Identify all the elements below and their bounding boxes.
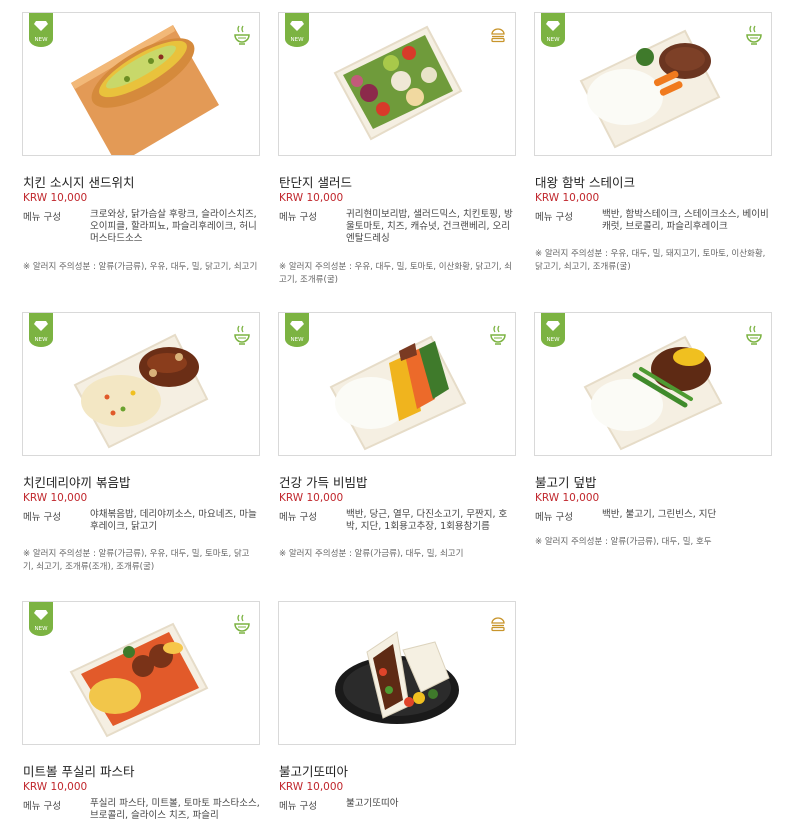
bowl-icon xyxy=(234,25,250,45)
menu-card[interactable]: NEW 치킨데리야끼 볶음밥 KRW 10,000 메뉴 구성 야채볶음밥, 데… xyxy=(22,312,260,572)
product-name[interactable]: 불고기 덮밥 xyxy=(535,472,596,491)
composition-text: 백반, 당근, 열무, 다진소고기, 무짠지, 호박, 지단, 1회용고추장, … xyxy=(346,509,508,532)
allergy-note: ※ 알러지 주의성분 : 알류(가금류), 우유, 대두, 밀, 토마토, 닭고… xyxy=(23,549,250,572)
bulgogi-bowl-photo xyxy=(583,335,723,451)
allergy-note: ※ 알러지 주의성분 : 우유, 대두, 밀, 돼지고기, 토마토, 이산화황,… xyxy=(535,249,766,272)
product-image[interactable]: NEW xyxy=(278,12,516,156)
product-image[interactable]: NEW xyxy=(22,601,260,745)
product-price: KRW 10,000 xyxy=(279,192,344,204)
product-name[interactable]: 대왕 함박 스테이크 xyxy=(535,172,635,191)
tortilla-photo xyxy=(335,631,459,724)
product-image[interactable]: NEW xyxy=(534,312,772,456)
menu-card[interactable]: NEW 불고기 덮밥 KRW 10,000 메뉴 구성 백반, 불고기, 그린빈… xyxy=(534,312,772,547)
product-image[interactable]: NEW xyxy=(22,312,260,456)
new-badge: NEW xyxy=(285,13,309,47)
allergy-note: ※ 알러지 주의성분 : 우유, 대두, 밀, 토마토, 이산화황, 닭고기, … xyxy=(279,262,513,285)
composition-text: 백반, 함박스테이크, 스테이크소스, 베이비캐럿, 브로콜리, 파슬리후레이크 xyxy=(602,209,769,232)
svg-text:NEW: NEW xyxy=(546,37,560,43)
svg-text:NEW: NEW xyxy=(34,626,48,632)
menu-card[interactable]: 불고기또띠아 KRW 10,000 메뉴 구성 불고기또띠아 xyxy=(278,601,516,812)
allergy-note: ※ 알러지 주의성분 : 알류(가금류), 대두, 밀, 호두 xyxy=(535,537,712,547)
product-name[interactable]: 탄단지 샐러드 xyxy=(279,172,352,191)
bowl-icon xyxy=(746,25,762,45)
product-price: KRW 10,000 xyxy=(279,781,344,793)
product-name[interactable]: 치킨 소시지 샌드위치 xyxy=(23,172,134,191)
composition-label: 메뉴 구성 xyxy=(279,212,317,223)
composition-text: 백반, 불고기, 그린빈스, 지단 xyxy=(602,509,717,520)
salad-photo xyxy=(333,25,463,141)
product-name[interactable]: 치킨데리야끼 볶음밥 xyxy=(23,472,130,491)
composition-label: 메뉴 구성 xyxy=(23,801,61,812)
composition-label: 메뉴 구성 xyxy=(279,512,317,523)
menu-card[interactable]: NEW 치킨 소시지 샌드위치 KRW 10,000 메뉴 구성 크로와상, 닭… xyxy=(22,12,260,272)
bowl-icon xyxy=(234,614,250,634)
fried-rice-photo xyxy=(73,333,209,449)
product-name[interactable]: 불고기또띠아 xyxy=(279,761,348,780)
new-badge: NEW xyxy=(541,13,565,47)
composition-text: 야채볶음밥, 데리야끼소스, 마요네즈, 마늘후레이크, 닭고기 xyxy=(90,509,257,532)
svg-text:NEW: NEW xyxy=(290,37,304,43)
menu-card[interactable]: NEW 탄단지 샐러드 KRW 10,000 메뉴 구성 귀리현미보리밥, 샐러… xyxy=(278,12,516,285)
product-name[interactable]: 건강 가득 비빔밥 xyxy=(279,472,367,491)
new-badge: NEW xyxy=(29,313,53,347)
new-badge: NEW xyxy=(29,13,53,47)
menu-card[interactable]: NEW 건강 가득 비빔밥 KRW 10,000 메뉴 구성 백반, 당근, 열… xyxy=(278,312,516,559)
menu-card[interactable]: NEW 미트볼 푸실리 파스타 KRW 10,000 메뉴 구성 푸실리 파스타… xyxy=(22,601,260,821)
product-image[interactable] xyxy=(278,601,516,745)
product-price: KRW 10,000 xyxy=(535,492,600,504)
bibimbap-photo xyxy=(329,335,467,451)
steak-photo xyxy=(579,29,721,149)
composition-label: 메뉴 구성 xyxy=(23,512,61,523)
burger-icon xyxy=(491,617,505,632)
composition-text: 귀리현미보리밥, 샐러드믹스, 치킨토핑, 방울토마토, 치즈, 캐슈넛, 건크… xyxy=(346,209,513,244)
svg-text:NEW: NEW xyxy=(34,37,48,43)
burger-icon xyxy=(491,28,505,43)
sandwich-photo xyxy=(71,25,219,155)
new-badge: NEW xyxy=(541,313,565,347)
product-image[interactable]: NEW xyxy=(278,312,516,456)
product-price: KRW 10,000 xyxy=(279,492,344,504)
product-image[interactable]: NEW xyxy=(534,12,772,156)
bowl-icon xyxy=(746,325,762,345)
svg-text:NEW: NEW xyxy=(290,337,304,343)
allergy-note: ※ 알러지 주의성분 : 알류(가금류), 대두, 밀, 쇠고기 xyxy=(279,549,464,559)
product-price: KRW 10,000 xyxy=(535,192,600,204)
svg-text:NEW: NEW xyxy=(546,337,560,343)
product-image[interactable]: NEW xyxy=(22,12,260,156)
product-price: KRW 10,000 xyxy=(23,192,88,204)
allergy-note: ※ 알러지 주의성분 : 알류(가금류), 우유, 대두, 밀, 닭고기, 쇠고… xyxy=(23,262,258,272)
composition-text: 푸실리 파스타, 미트볼, 토마토 파스타소스, 브로콜리, 슬라이스 치즈, … xyxy=(90,798,260,821)
product-price: KRW 10,000 xyxy=(23,492,88,504)
pasta-photo xyxy=(69,622,209,738)
product-name[interactable]: 미트볼 푸실리 파스타 xyxy=(23,761,134,780)
menu-card[interactable]: NEW 대왕 함박 스테이크 KRW 10,000 메뉴 구성 백반, 함박스테… xyxy=(534,12,772,272)
composition-text: 크로와상, 닭가슴살 후랑크, 슬라이스치즈, 오이피클, 할라피뇨, 파슬리후… xyxy=(90,209,257,244)
composition-label: 메뉴 구성 xyxy=(535,512,573,523)
composition-label: 메뉴 구성 xyxy=(535,212,573,223)
bowl-icon xyxy=(234,325,250,345)
bowl-icon xyxy=(490,325,506,345)
new-badge: NEW xyxy=(29,602,53,636)
composition-label: 메뉴 구성 xyxy=(279,801,317,812)
new-badge: NEW xyxy=(285,313,309,347)
composition-label: 메뉴 구성 xyxy=(23,212,61,223)
svg-text:NEW: NEW xyxy=(34,337,48,343)
composition-text: 불고기또띠아 xyxy=(346,798,399,809)
product-price: KRW 10,000 xyxy=(23,781,88,793)
